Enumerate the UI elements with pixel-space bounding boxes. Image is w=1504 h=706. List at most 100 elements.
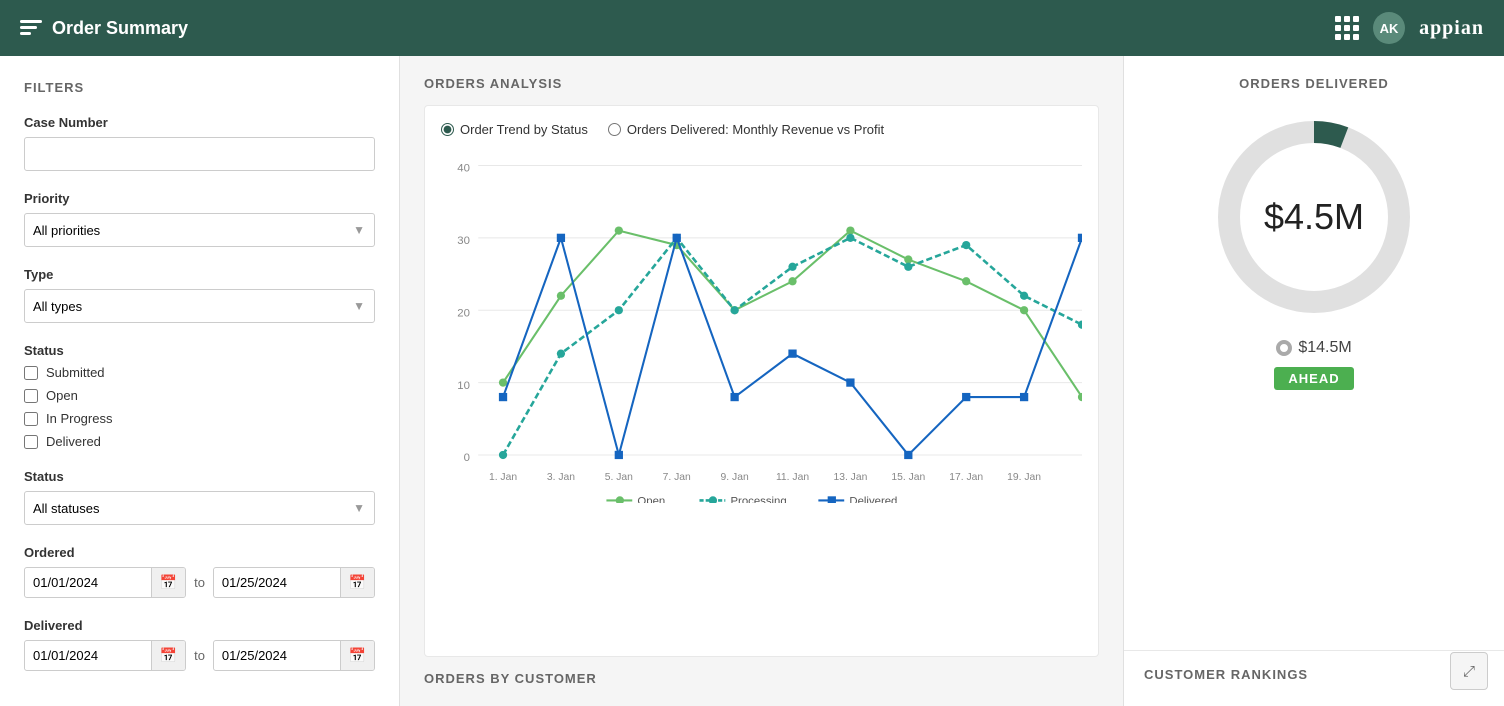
svg-text:17. Jan: 17. Jan	[949, 472, 983, 483]
checkbox-open-label: Open	[46, 388, 78, 403]
delivered-from-calendar-button[interactable]: 📅	[151, 641, 185, 670]
status-checkbox-group: Submitted Open In Progress Delivered	[24, 365, 375, 449]
checkbox-submitted-label: Submitted	[46, 365, 105, 380]
delivered-from-input[interactable]	[25, 642, 151, 669]
ordered-from-wrapper: 📅	[24, 567, 186, 598]
svg-text:5. Jan: 5. Jan	[605, 472, 633, 483]
ordered-to-input[interactable]	[214, 569, 340, 596]
target-value: $14.5M	[1298, 339, 1351, 357]
donut-chart-svg	[1204, 107, 1424, 327]
svg-text:Delivered: Delivered	[849, 496, 897, 503]
case-number-input[interactable]	[24, 137, 375, 171]
checkbox-delivered-label: Delivered	[46, 434, 101, 449]
header-actions: AK appian	[1335, 12, 1484, 44]
ordered-filter: Ordered 📅 to 📅	[24, 545, 375, 598]
status-select[interactable]: All statuses Submitted Open In Progress …	[24, 491, 375, 525]
svg-text:20: 20	[457, 307, 470, 319]
user-avatar[interactable]: AK	[1373, 12, 1405, 44]
svg-text:3. Jan: 3. Jan	[547, 472, 575, 483]
main-layout: FILTERS Case Number Priority All priorit…	[0, 56, 1504, 706]
radio-trend[interactable]: Order Trend by Status	[441, 122, 588, 137]
chart-container: Order Trend by Status Orders Delivered: …	[424, 105, 1099, 657]
app-header: Order Summary AK appian	[0, 0, 1504, 56]
svg-text:0: 0	[464, 452, 470, 464]
case-number-filter: Case Number	[24, 115, 375, 171]
delivered-filter: Delivered 📅 to 📅	[24, 618, 375, 671]
svg-text:19. Jan: 19. Jan	[1007, 472, 1041, 483]
filters-heading: FILTERS	[24, 80, 375, 95]
svg-text:10: 10	[457, 380, 470, 392]
checkbox-in-progress-label: In Progress	[46, 411, 112, 426]
checkbox-submitted[interactable]: Submitted	[24, 365, 375, 380]
orders-by-customer-label: ORDERS BY CUSTOMER	[424, 671, 1099, 686]
priority-filter: Priority All priorities High Medium Low …	[24, 191, 375, 247]
customer-rankings-title: CUSTOMER RANKINGS	[1144, 667, 1484, 682]
app-title: Order Summary	[52, 18, 188, 39]
checkbox-delivered[interactable]: Delivered	[24, 434, 375, 449]
type-filter: Type All types Type A Type B ▼	[24, 267, 375, 323]
radio-revenue[interactable]: Orders Delivered: Monthly Revenue vs Pro…	[608, 122, 884, 137]
status-checkbox-label: Status	[24, 343, 375, 358]
delivered-from-wrapper: 📅	[24, 640, 186, 671]
donut-chart-container: $4.5M	[1204, 107, 1424, 327]
status-checkbox-filter: Status Submitted Open In Progress Delive…	[24, 343, 375, 449]
type-select-wrapper: All types Type A Type B ▼	[24, 289, 375, 323]
checkbox-in-progress[interactable]: In Progress	[24, 411, 375, 426]
svg-text:15. Jan: 15. Jan	[891, 472, 925, 483]
chart-radio-group: Order Trend by Status Orders Delivered: …	[441, 122, 1082, 137]
main-content: ORDERS ANALYSIS Order Trend by Status Or…	[400, 56, 1504, 706]
type-select[interactable]: All types Type A Type B	[24, 289, 375, 323]
delivered-label: Delivered	[24, 618, 375, 633]
radio-trend-label: Order Trend by Status	[460, 122, 588, 137]
checkbox-in-progress-input[interactable]	[24, 412, 38, 426]
priority-select[interactable]: All priorities High Medium Low	[24, 213, 375, 247]
content-inner: ORDERS ANALYSIS Order Trend by Status Or…	[400, 56, 1504, 706]
target-circle-icon	[1276, 340, 1292, 356]
grid-menu-icon[interactable]	[1335, 16, 1359, 40]
ordered-date-range: 📅 to 📅	[24, 567, 375, 598]
ordered-from-calendar-button[interactable]: 📅	[151, 568, 185, 597]
status-dropdown-filter: Status All statuses Submitted Open In Pr…	[24, 469, 375, 525]
status-dropdown-label: Status	[24, 469, 375, 484]
header-title-group: Order Summary	[20, 18, 188, 39]
priority-label: Priority	[24, 191, 375, 206]
orders-delivered-section: ORDERS DELIVERED $4.5M	[1124, 56, 1504, 651]
filters-sidebar: FILTERS Case Number Priority All priorit…	[0, 56, 400, 706]
scroll-to-top-button[interactable]: ⤢	[1450, 652, 1488, 690]
type-label: Type	[24, 267, 375, 282]
checkbox-delivered-input[interactable]	[24, 435, 38, 449]
radio-revenue-label: Orders Delivered: Monthly Revenue vs Pro…	[627, 122, 884, 137]
radio-trend-input[interactable]	[441, 123, 454, 136]
svg-text:13. Jan: 13. Jan	[833, 472, 867, 483]
ordered-from-input[interactable]	[25, 569, 151, 596]
status-select-wrapper: All statuses Submitted Open In Progress …	[24, 491, 375, 525]
delivered-date-range: 📅 to 📅	[24, 640, 375, 671]
checkbox-submitted-input[interactable]	[24, 366, 38, 380]
target-value-group: $14.5M	[1276, 339, 1351, 357]
orders-analysis-section: ORDERS ANALYSIS Order Trend by Status Or…	[400, 56, 1124, 706]
delivered-to-input[interactable]	[214, 642, 340, 669]
ordered-label: Ordered	[24, 545, 375, 560]
orders-delivered-title: ORDERS DELIVERED	[1239, 76, 1389, 91]
ordered-to-wrapper: 📅	[213, 567, 375, 598]
svg-text:9. Jan: 9. Jan	[721, 472, 749, 483]
svg-text:1. Jan: 1. Jan	[489, 472, 517, 483]
delivered-to-calendar-button[interactable]: 📅	[340, 641, 374, 670]
svg-text:7. Jan: 7. Jan	[663, 472, 691, 483]
ordered-to-label: to	[194, 575, 205, 590]
svg-text:30: 30	[457, 235, 470, 247]
case-number-label: Case Number	[24, 115, 375, 130]
ordered-to-calendar-button[interactable]: 📅	[340, 568, 374, 597]
svg-text:Processing: Processing	[730, 496, 786, 503]
appian-logo: appian	[1419, 17, 1484, 40]
checkbox-open[interactable]: Open	[24, 388, 375, 403]
checkbox-open-input[interactable]	[24, 389, 38, 403]
delivered-to-wrapper: 📅	[213, 640, 375, 671]
radio-revenue-input[interactable]	[608, 123, 621, 136]
trend-chart: 40 30 20 10 0 1. Jan 3. Jan	[441, 151, 1082, 503]
customer-rankings-section: CUSTOMER RANKINGS	[1124, 651, 1504, 706]
orders-analysis-title: ORDERS ANALYSIS	[424, 76, 1099, 91]
right-panel: ORDERS DELIVERED $4.5M	[1124, 56, 1504, 706]
chart-icon	[20, 20, 42, 36]
svg-text:11. Jan: 11. Jan	[776, 472, 809, 483]
